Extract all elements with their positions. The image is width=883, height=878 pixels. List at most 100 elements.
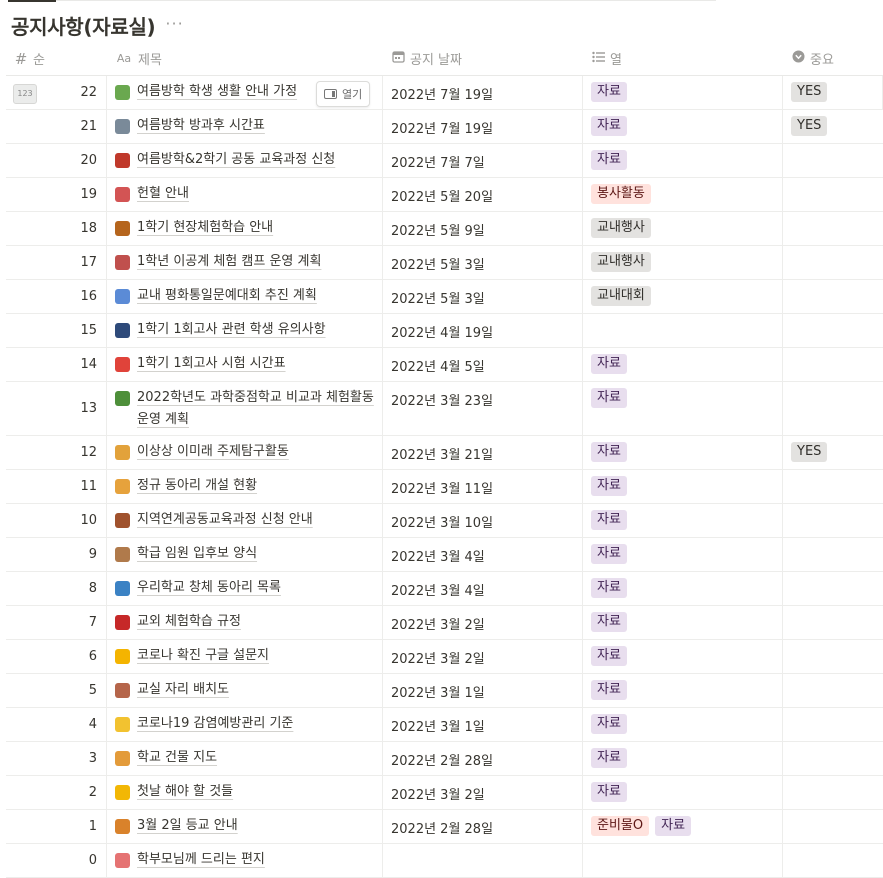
table-row[interactable]: 17 1학년 이공계 체험 캠프 운영 계획 2022년 5월 3일 교내행사	[6, 246, 883, 280]
header-column[interactable]: 열	[583, 42, 783, 75]
important-cell[interactable]	[783, 144, 883, 177]
row-number-cell[interactable]: 6	[6, 640, 107, 673]
column-tags-cell[interactable]: 자료	[583, 76, 783, 109]
important-cell[interactable]	[783, 708, 883, 741]
column-tags-cell[interactable]: 자료	[583, 742, 783, 775]
row-title[interactable]: 1학기 현장체험학습 안내	[137, 217, 273, 239]
table-row[interactable]: 11 정규 동아리 개설 현황 2022년 3월 11일 자료	[6, 470, 883, 504]
column-tags-cell[interactable]: 자료	[583, 538, 783, 571]
table-row[interactable]: 13 2022학년도 과학중점학교 비교과 체험활동 운영 계획 2022년 3월 …	[6, 382, 883, 436]
important-cell[interactable]	[783, 776, 883, 809]
table-row[interactable]: 6 코로나 확진 구글 설문지 2022년 3월 2일 자료	[6, 640, 883, 674]
row-title[interactable]: 교실 자리 배치도	[137, 679, 229, 701]
date-cell[interactable]: 2022년 3월 1일	[383, 674, 583, 707]
column-tags-cell[interactable]	[583, 314, 783, 347]
column-tags-cell[interactable]: 자료	[583, 382, 783, 435]
important-cell[interactable]: YES	[783, 76, 883, 109]
row-title[interactable]: 1학기 1회고사 관련 학생 유의사항	[137, 319, 326, 341]
table-row[interactable]: 18 1학기 현장체험학습 안내 2022년 5월 9일 교내행사	[6, 212, 883, 246]
date-cell[interactable]: 2022년 2월 28일	[383, 742, 583, 775]
table-row[interactable]: 8 우리학교 창체 동아리 목록 2022년 3월 4일 자료	[6, 572, 883, 606]
header-date[interactable]: 공지 날짜	[383, 42, 583, 75]
title-cell[interactable]: 교실 자리 배치도	[107, 674, 383, 707]
date-cell[interactable]: 2022년 7월 19일	[383, 110, 583, 143]
row-number-cell[interactable]: 19	[6, 178, 107, 211]
row-number-cell[interactable]: 0	[6, 844, 107, 877]
important-cell[interactable]	[783, 844, 883, 877]
table-row[interactable]: 1 3월 2일 등교 안내 2022년 2월 28일 준비물O 자료	[6, 810, 883, 844]
title-cell[interactable]: 첫날 해야 할 것들	[107, 776, 383, 809]
row-number-cell[interactable]: 14	[6, 348, 107, 381]
table-row[interactable]: 21 여름방학 방과후 시간표 2022년 7월 19일 자료 YES	[6, 110, 883, 144]
title-cell[interactable]: 이상상 이미래 주제탐구활동	[107, 436, 383, 469]
important-cell[interactable]	[783, 382, 883, 435]
important-cell[interactable]	[783, 538, 883, 571]
column-tags-cell[interactable]: 자료	[583, 470, 783, 503]
table-row[interactable]: 7 교외 체험학습 규정 2022년 3월 2일 자료	[6, 606, 883, 640]
date-cell[interactable]	[383, 844, 583, 877]
more-options-icon[interactable]: ···	[165, 14, 183, 33]
date-cell[interactable]: 2022년 7월 19일	[383, 76, 583, 109]
important-cell[interactable]	[783, 572, 883, 605]
date-cell[interactable]: 2022년 3월 4일	[383, 538, 583, 571]
table-row[interactable]: 19 헌혈 안내 2022년 5월 20일 봉사활동	[6, 178, 883, 212]
column-tags-cell[interactable]: 자료	[583, 640, 783, 673]
column-tags-cell[interactable]: 교내대회	[583, 280, 783, 313]
row-number-cell[interactable]: 2	[6, 776, 107, 809]
row-title[interactable]: 여름방학 방과후 시간표	[137, 115, 265, 137]
row-title[interactable]: 1학기 1회고사 시험 시간표	[137, 353, 286, 375]
title-cell[interactable]: 학부모님께 드리는 편지	[107, 844, 383, 877]
date-cell[interactable]: 2022년 3월 21일	[383, 436, 583, 469]
row-title[interactable]: 이상상 이미래 주제탐구활동	[137, 441, 289, 463]
row-number-cell[interactable]: 21	[6, 110, 107, 143]
table-row[interactable]: 14 1학기 1회고사 시험 시간표 2022년 4월 5일 자료	[6, 348, 883, 382]
title-cell[interactable]: 코로나19 감염예방관리 기준	[107, 708, 383, 741]
date-cell[interactable]: 2022년 4월 19일	[383, 314, 583, 347]
title-cell[interactable]: 정규 동아리 개설 현황	[107, 470, 383, 503]
title-cell[interactable]: 2022학년도 과학중점학교 비교과 체험활동 운영 계획	[107, 382, 383, 435]
row-title[interactable]: 지역연계공동교육과정 신청 안내	[137, 509, 313, 531]
important-cell[interactable]	[783, 742, 883, 775]
title-cell[interactable]: 3월 2일 등교 안내	[107, 810, 383, 843]
title-cell[interactable]: 학교 건물 지도	[107, 742, 383, 775]
row-title[interactable]: 학부모님께 드리는 편지	[137, 849, 265, 871]
row-number-cell[interactable]: 4	[6, 708, 107, 741]
table-row[interactable]: 16 교내 평화통일문예대회 추진 계획 2022년 5월 3일 교내대회	[6, 280, 883, 314]
date-cell[interactable]: 2022년 3월 11일	[383, 470, 583, 503]
header-important[interactable]: 중요	[783, 42, 883, 75]
header-title[interactable]: Aa 제목	[107, 42, 383, 75]
important-cell[interactable]	[783, 640, 883, 673]
table-row[interactable]: 20 여름방학&2학기 공동 교육과정 신청 2022년 7월 7일 자료	[6, 144, 883, 178]
column-tags-cell[interactable]: 자료	[583, 144, 783, 177]
row-number-cell[interactable]: 9	[6, 538, 107, 571]
title-cell[interactable]: 1학기 현장체험학습 안내	[107, 212, 383, 245]
row-title[interactable]: 정규 동아리 개설 현황	[137, 475, 257, 497]
important-cell[interactable]	[783, 470, 883, 503]
row-title[interactable]: 학급 임원 입후보 양식	[137, 543, 257, 565]
table-row[interactable]: 2 첫날 해야 할 것들 2022년 3월 2일 자료	[6, 776, 883, 810]
row-number-cell[interactable]: 12	[6, 436, 107, 469]
table-row[interactable]: 0 학부모님께 드리는 편지	[6, 844, 883, 878]
row-title[interactable]: 첫날 해야 할 것들	[137, 781, 233, 803]
row-number-cell[interactable]: 3	[6, 742, 107, 775]
row-number-cell[interactable]: 7	[6, 606, 107, 639]
row-number-cell[interactable]: 16	[6, 280, 107, 313]
row-title[interactable]: 여름방학&2학기 공동 교육과정 신청	[137, 149, 335, 171]
table-row[interactable]: 15 1학기 1회고사 관련 학생 유의사항 2022년 4월 19일	[6, 314, 883, 348]
column-tags-cell[interactable]: 자료	[583, 776, 783, 809]
column-tags-cell[interactable]: 자료	[583, 708, 783, 741]
table-row[interactable]: 9 학급 임원 입후보 양식 2022년 3월 4일 자료	[6, 538, 883, 572]
row-title[interactable]: 우리학교 창체 동아리 목록	[137, 577, 281, 599]
column-tags-cell[interactable]: 자료	[583, 504, 783, 537]
row-number-cell[interactable]: 18	[6, 212, 107, 245]
column-tags-cell[interactable]	[583, 844, 783, 877]
title-cell[interactable]: 우리학교 창체 동아리 목록	[107, 572, 383, 605]
title-cell[interactable]: 교외 체험학습 규정	[107, 606, 383, 639]
title-cell[interactable]: 1학기 1회고사 관련 학생 유의사항	[107, 314, 383, 347]
date-cell[interactable]: 2022년 3월 10일	[383, 504, 583, 537]
column-tags-cell[interactable]: 자료	[583, 348, 783, 381]
date-cell[interactable]: 2022년 3월 2일	[383, 606, 583, 639]
row-title[interactable]: 교내 평화통일문예대회 추진 계획	[137, 285, 317, 307]
important-cell[interactable]	[783, 504, 883, 537]
title-cell[interactable]: 교내 평화통일문예대회 추진 계획	[107, 280, 383, 313]
